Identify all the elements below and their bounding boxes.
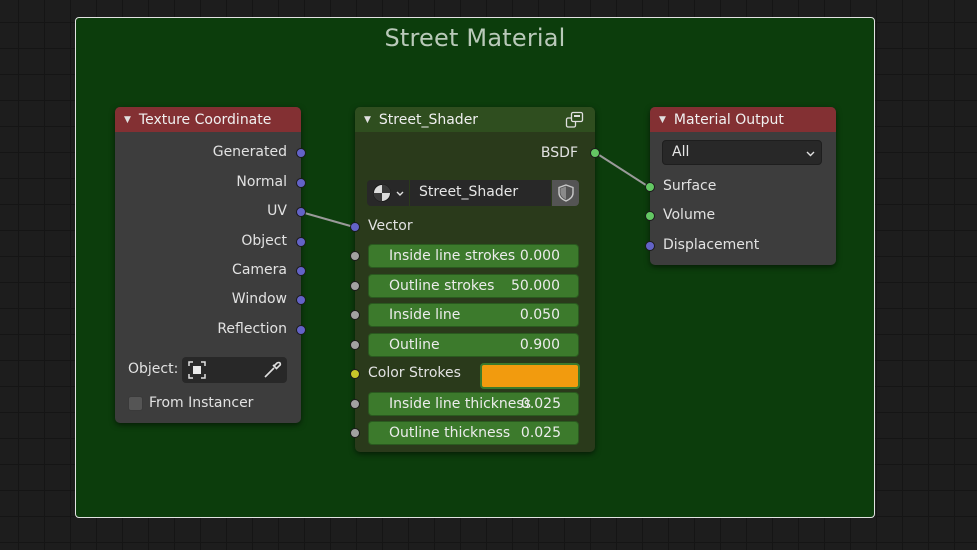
chevron-down-icon: [806, 151, 815, 157]
texture-coordinate-node[interactable]: ▼ Texture Coordinate Generated Normal UV…: [115, 107, 306, 423]
bsdf-output-label: BSDF: [540, 145, 578, 161]
outline-thickness-field[interactable]: Outline thickness 0.025: [368, 421, 579, 445]
field-label: Inside line thickness: [389, 396, 531, 412]
socket-vector[interactable]: [350, 222, 360, 232]
output-object: Object: [241, 233, 287, 249]
material-output-node[interactable]: ▼ Material Output All Surface Volume Dis…: [645, 107, 836, 265]
outline-field[interactable]: Outline 0.900: [368, 333, 579, 357]
output-window: Window: [231, 291, 287, 307]
from-instancer-checkbox[interactable]: [128, 396, 143, 411]
texture-coordinate-header[interactable]: ▼ Texture Coordinate: [115, 107, 301, 132]
displacement-input-label: Displacement: [663, 237, 760, 253]
socket-uv[interactable]: [296, 207, 306, 217]
output-camera: Camera: [232, 262, 287, 278]
object-label: Object:: [128, 361, 179, 377]
socket-window[interactable]: [296, 295, 306, 305]
surface-input-label: Surface: [663, 178, 717, 194]
output-reflection: Reflection: [217, 321, 287, 337]
inside-line-field[interactable]: Inside line 0.050: [368, 303, 579, 327]
field-value: 0.000: [519, 248, 560, 264]
socket-reflection[interactable]: [296, 325, 306, 335]
node-group-icon[interactable]: [565, 111, 585, 129]
socket-color-strokes[interactable]: [350, 369, 360, 379]
field-value: 50.000: [511, 278, 560, 294]
node-group-selector[interactable]: Street_Shader: [367, 180, 579, 206]
node-title: Street_Shader: [378, 111, 479, 128]
eyedropper-icon[interactable]: [262, 360, 282, 380]
field-value: 0.050: [519, 307, 560, 323]
field-label: Inside line: [389, 307, 461, 323]
material-browse-button[interactable]: [367, 180, 409, 206]
street-shader-header[interactable]: ▼ Street_Shader: [355, 107, 595, 132]
socket-bsdf[interactable]: [590, 148, 600, 158]
output-generated: Generated: [212, 144, 287, 160]
field-label: Outline strokes: [389, 278, 495, 294]
object-field[interactable]: [182, 357, 287, 383]
field-value: 0.025: [520, 396, 561, 412]
node-group-name-field[interactable]: Street_Shader: [410, 180, 551, 206]
outline-strokes-field[interactable]: Outline strokes 50.000: [368, 274, 579, 298]
triangle-down-icon[interactable]: ▼: [124, 115, 131, 125]
socket-outline-strokes[interactable]: [350, 281, 360, 291]
socket-outline-thickness[interactable]: [350, 428, 360, 438]
field-label: Inside line strokes: [389, 248, 516, 264]
color-strokes-label: Color Strokes: [368, 365, 461, 381]
object-icon: [188, 361, 206, 379]
fake-user-button[interactable]: [552, 180, 579, 206]
node-title: Material Output: [673, 111, 784, 128]
material-output-header[interactable]: ▼ Material Output: [650, 107, 836, 132]
from-instancer-label: From Instancer: [149, 395, 254, 411]
vector-input-label: Vector: [368, 218, 413, 234]
socket-outline[interactable]: [350, 340, 360, 350]
socket-inside-line-strokes[interactable]: [350, 251, 360, 261]
socket-inside-line-thickness[interactable]: [350, 399, 360, 409]
socket-volume[interactable]: [645, 211, 655, 221]
field-value: 0.025: [520, 425, 561, 441]
socket-normal[interactable]: [296, 178, 306, 188]
socket-generated[interactable]: [296, 148, 306, 158]
material-sphere-icon: [373, 184, 391, 202]
node-group-name: Street_Shader: [419, 184, 519, 200]
field-label: Outline: [389, 337, 440, 353]
socket-object[interactable]: [296, 237, 306, 247]
triangle-down-icon[interactable]: ▼: [659, 115, 666, 125]
volume-input-label: Volume: [663, 207, 716, 223]
inside-line-thickness-field[interactable]: Inside line thickness 0.025: [368, 392, 579, 416]
shield-icon: [558, 184, 574, 202]
output-normal: Normal: [236, 174, 287, 190]
socket-camera[interactable]: [296, 266, 306, 276]
inside-line-strokes-field[interactable]: Inside line strokes 0.000: [368, 244, 579, 268]
frame-title: Street Material: [384, 24, 566, 52]
street-shader-node[interactable]: ▼ Street_Shader BSDF Street_Shader Vecto…: [350, 107, 600, 452]
output-uv: UV: [267, 203, 287, 219]
socket-displacement[interactable]: [645, 241, 655, 251]
target-dropdown[interactable]: All: [662, 140, 822, 165]
field-label: Outline thickness: [389, 425, 511, 441]
triangle-down-icon[interactable]: ▼: [364, 115, 371, 125]
color-strokes-swatch[interactable]: [480, 363, 580, 389]
socket-surface[interactable]: [645, 182, 655, 192]
target-value: All: [672, 144, 690, 160]
socket-inside-line[interactable]: [350, 310, 360, 320]
field-value: 0.900: [519, 337, 560, 353]
chevron-down-icon: [396, 191, 404, 196]
node-title: Texture Coordinate: [138, 111, 272, 128]
